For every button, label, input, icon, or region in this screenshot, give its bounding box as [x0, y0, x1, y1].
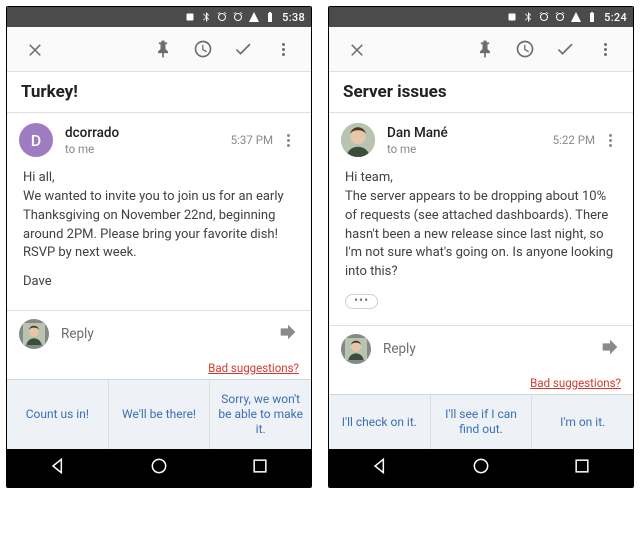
message-overflow-button[interactable]: [277, 134, 299, 147]
battery-icon: [586, 11, 598, 23]
body-paragraph: We wanted to invite you to join us for a…: [23, 188, 295, 263]
signal-icon: [248, 11, 260, 23]
nav-back-button[interactable]: [48, 456, 68, 480]
sender-row[interactable]: Dan Manéto me5:22 PM: [329, 113, 633, 163]
phone-screen-0: 5:38Turkey!Ddcorradoto me5:37 PMHi all, …: [6, 6, 312, 488]
reply-label[interactable]: Reply: [61, 326, 265, 342]
smart-reply-chip[interactable]: I'll check on it.: [329, 395, 431, 449]
phone-screen-1: 5:24Server issuesDan Manéto me5:22 PMHi …: [328, 6, 634, 488]
sender-avatar[interactable]: [341, 123, 375, 157]
bluetooth-icon: [200, 11, 212, 23]
snooze-button[interactable]: [185, 31, 221, 67]
smart-reply-chip[interactable]: We'll be there!: [109, 380, 211, 449]
show-trimmed-button[interactable]: •••: [345, 294, 378, 309]
overflow-menu-button[interactable]: [587, 31, 623, 67]
alarm-icon: [538, 11, 550, 23]
self-avatar: [19, 319, 49, 349]
nav-home-button[interactable]: [149, 456, 169, 480]
portrait-icon: [184, 11, 196, 23]
battery-icon: [264, 11, 276, 23]
email-subject: Server issues: [329, 72, 633, 113]
portrait-icon: [506, 11, 518, 23]
close-button[interactable]: [339, 31, 375, 67]
smart-reply-row: Count us in!We'll be there!Sorry, we won…: [7, 379, 311, 449]
done-button[interactable]: [225, 31, 261, 67]
pin-button[interactable]: [145, 31, 181, 67]
nav-recent-button[interactable]: [572, 456, 592, 480]
message-overflow-button[interactable]: [599, 134, 621, 147]
pin-button[interactable]: [467, 31, 503, 67]
status-bar: 5:38: [7, 7, 311, 27]
bluetooth-icon: [522, 11, 534, 23]
sender-recipients[interactable]: to me: [65, 142, 231, 156]
android-nav-bar: [329, 449, 633, 487]
done-button[interactable]: [547, 31, 583, 67]
sender-recipients[interactable]: to me: [387, 142, 553, 156]
sender-name: Dan Mané: [387, 125, 553, 141]
sender-avatar[interactable]: D: [19, 123, 53, 157]
smart-reply-chip[interactable]: I'm on it.: [532, 395, 633, 449]
smart-reply-chip[interactable]: Sorry, we won't be able to make it.: [210, 380, 311, 449]
close-button[interactable]: [17, 31, 53, 67]
nav-home-button[interactable]: [471, 456, 491, 480]
alarm-icon: [232, 11, 244, 23]
reply-row[interactable]: Reply: [329, 325, 633, 372]
signal-icon: [570, 11, 582, 23]
android-nav-bar: [7, 449, 311, 487]
message-timestamp: 5:22 PM: [553, 133, 595, 147]
sender-name: dcorrado: [65, 125, 231, 141]
status-bar: 5:24: [329, 7, 633, 27]
reply-label[interactable]: Reply: [383, 341, 587, 357]
app-toolbar: [329, 27, 633, 72]
message-timestamp: 5:37 PM: [231, 133, 273, 147]
alarm-icon: [216, 11, 228, 23]
self-avatar: [341, 334, 371, 364]
avatar-letter: D: [31, 131, 41, 150]
body-greeting: Hi all,: [23, 169, 295, 188]
sender-row[interactable]: Ddcorradoto me5:37 PM: [7, 113, 311, 163]
forward-icon[interactable]: [599, 336, 621, 362]
status-time: 5:24: [604, 11, 627, 24]
body-greeting: Hi team,: [345, 169, 617, 188]
snooze-button[interactable]: [507, 31, 543, 67]
alarm-icon: [554, 11, 566, 23]
email-subject: Turkey!: [7, 72, 311, 113]
nav-back-button[interactable]: [370, 456, 390, 480]
email-body: Hi all, We wanted to invite you to join …: [7, 163, 311, 310]
bad-suggestions-link[interactable]: Bad suggestions?: [7, 357, 311, 379]
status-time: 5:38: [282, 11, 305, 24]
body-signoff: Dave: [23, 273, 295, 292]
app-toolbar: [7, 27, 311, 72]
body-paragraph: The server appears to be dropping about …: [345, 188, 617, 282]
nav-recent-button[interactable]: [250, 456, 270, 480]
bad-suggestions-link[interactable]: Bad suggestions?: [329, 372, 633, 394]
smart-reply-chip[interactable]: Count us in!: [7, 380, 109, 449]
overflow-menu-button[interactable]: [265, 31, 301, 67]
reply-row[interactable]: Reply: [7, 310, 311, 357]
forward-icon[interactable]: [277, 321, 299, 347]
smart-reply-chip[interactable]: I'll see if I can find out.: [431, 395, 533, 449]
email-body: Hi team,The server appears to be droppin…: [329, 163, 633, 325]
smart-reply-row: I'll check on it.I'll see if I can find …: [329, 394, 633, 449]
